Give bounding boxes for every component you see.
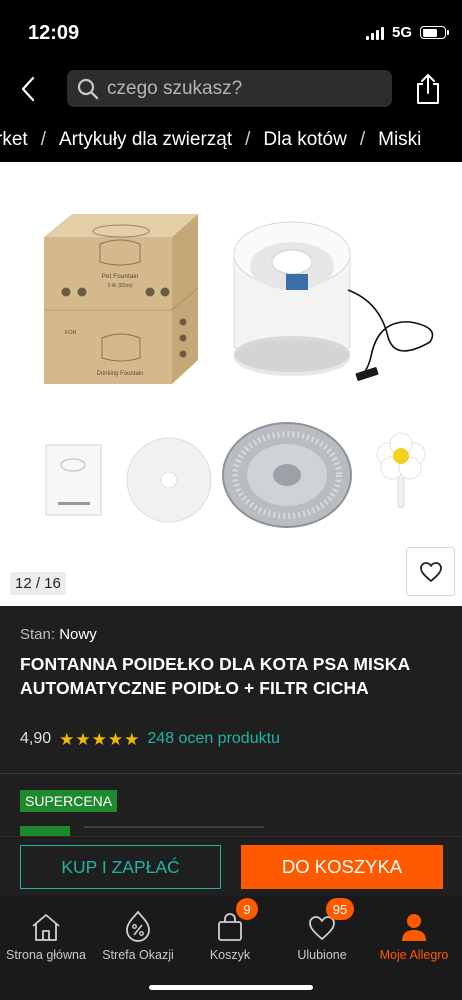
cart-count-badge: 9	[236, 898, 258, 920]
nav-item-cart[interactable]: 9 Koszyk	[184, 896, 276, 966]
nav-label: Koszyk	[209, 948, 251, 962]
search-placeholder: czego szukasz?	[107, 77, 243, 99]
rating-count-link[interactable]: 248 ocen produktu	[147, 730, 280, 748]
heart-icon	[419, 561, 442, 582]
search-icon	[77, 78, 99, 99]
status-bar: 12:09 5G	[0, 0, 462, 64]
rating[interactable]: 4,90 ★ ★ ★ ★ ★ 248 ocen produktu	[20, 730, 280, 748]
share-button[interactable]	[414, 72, 442, 106]
nav-label: Strona główna	[6, 948, 86, 962]
nav-item-favorites[interactable]: 95 Ulubione	[276, 896, 368, 966]
user-icon	[402, 914, 426, 941]
star-icon: ★	[59, 729, 75, 749]
breadcrumb-item[interactable]: Artykuły dla zwierząt	[59, 129, 232, 151]
share-icon	[417, 74, 439, 104]
breadcrumb-separator: /	[40, 129, 46, 150]
nav-item-deals[interactable]: Strefa Okazji	[92, 896, 184, 966]
signal-icon	[365, 26, 384, 40]
rating-value: 4,90	[20, 730, 52, 747]
status-indicators: 5G	[365, 24, 449, 41]
fountain-illustration	[233, 221, 434, 381]
supercena-badge: SUPERCENA	[20, 790, 118, 812]
box-subtitle-text: 2.4L (82oz)	[107, 283, 132, 289]
breadcrumb-item[interactable]: rket	[0, 129, 28, 151]
action-bar: KUP I ZAPŁAĆ DO KOSZYKA	[0, 836, 462, 896]
condition-label: Stan:	[20, 626, 56, 643]
buy-now-button[interactable]: KUP I ZAPŁAĆ	[20, 845, 221, 889]
network-type: 5G	[391, 24, 412, 41]
product-title: FONTANNA POIDEŁKO DLA KOTA PSA MISKA AUT…	[20, 654, 410, 698]
nav-item-my-allegro[interactable]: Moje Allegro	[368, 896, 460, 966]
back-button[interactable]	[14, 75, 42, 103]
favorites-count-badge: 95	[326, 898, 354, 920]
battery-icon	[420, 26, 449, 39]
star-icon: ★	[91, 729, 107, 749]
condition-value: Nowy	[59, 626, 97, 643]
nav-label: Ulubione	[297, 948, 347, 962]
nav-label: Strefa Okazji	[102, 948, 174, 962]
divider	[0, 773, 462, 774]
breadcrumb-separator: /	[245, 129, 251, 150]
add-to-cart-button[interactable]: DO KOSZYKA	[241, 845, 443, 889]
status-time: 12:09	[28, 22, 80, 44]
breadcrumb-separator: /	[359, 129, 366, 150]
home-icon	[32, 914, 60, 941]
breadcrumb-item[interactable]: Miski	[378, 129, 421, 151]
nav-label: Moje Allegro	[379, 948, 449, 962]
add-to-favorites-button[interactable]	[406, 547, 455, 596]
partially-hidden-text	[84, 826, 264, 834]
box-bottom-text: Drinking Fountain	[96, 371, 143, 377]
star-icon: ★	[75, 729, 91, 749]
breadcrumb: rket / Artykuły dla zwierząt / Dla kotów…	[0, 118, 462, 162]
condition: Stan: Nowy	[20, 626, 97, 643]
search-input[interactable]: czego szukasz?	[67, 70, 392, 107]
discount-icon	[126, 910, 150, 942]
breadcrumb-item[interactable]: Dla kotów	[263, 129, 346, 151]
nav-item-home[interactable]: Strona główna	[0, 896, 92, 966]
star-icon: ★	[107, 729, 124, 749]
image-counter: 12 / 16	[10, 572, 66, 595]
product-image: Pet Fountain 2.4L (82oz) FOR Drinking Fo…	[44, 214, 434, 528]
flower-illustration	[376, 432, 426, 509]
search-header: czego szukasz?	[0, 64, 462, 118]
star-icon: ★	[124, 729, 140, 749]
product-gallery[interactable]: Pet Fountain 2.4L (82oz) FOR Drinking Fo…	[0, 162, 462, 606]
home-indicator	[149, 985, 313, 990]
box-side-text: FOR	[65, 330, 77, 336]
rating-stars: ★ ★ ★ ★ ★	[59, 731, 139, 748]
box-title-text: Pet Fountain	[102, 273, 139, 280]
product-box-illustration: Pet Fountain 2.4L (82oz) FOR Drinking Fo…	[44, 214, 199, 384]
chevron-left-icon	[21, 76, 35, 102]
